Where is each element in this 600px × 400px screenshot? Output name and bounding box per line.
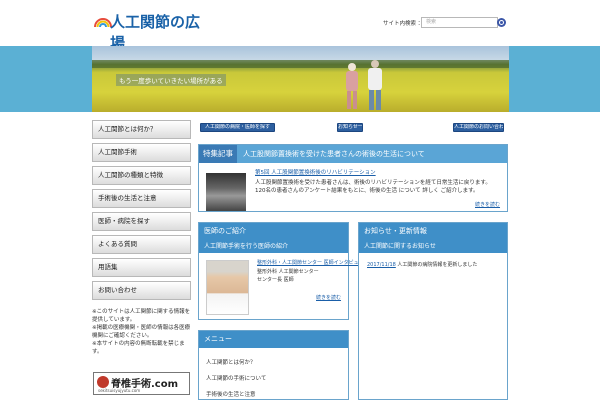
featured-more-link[interactable]: 続きを読む [475, 201, 500, 208]
person-figure [346, 63, 358, 109]
featured-tag: 特集記事 [199, 145, 237, 163]
search-input[interactable]: 検索 [421, 17, 498, 28]
featured-body: 人工股関節置換術を受けた患者さんは、術後のリハビリテーションを経て日常生活に戻り… [255, 180, 491, 194]
featured-panel: 特集記事 人工股関節置換術を受けた患者さんの術後の生活について 第5回 人工股関節… [198, 144, 508, 212]
doctor-panel-title: 医師のご紹介 [199, 223, 348, 240]
menu-panel: メニュー 人工関節とは何か？ 人工関節の手術について 手術後の生活と注意 [198, 330, 349, 400]
featured-title: 人工股関節置換術を受けた患者さんの術後の生活について [243, 150, 425, 158]
sidebar-nav: 人工関節とは何か？ 人工関節手術 人工関節の種類と特徴 手術後の生活と注意 医師… [92, 120, 192, 304]
doctor-affiliation: 整形外科 人工関節センター [257, 269, 319, 275]
contact-button[interactable]: 人工関節のお問い合わせ [453, 123, 504, 132]
doctor-photo [206, 260, 249, 315]
banner-logo-icon [97, 376, 109, 388]
site-header: 人工関節の広場 サイト内検索 ： 検索 [0, 0, 600, 52]
menu-panel-title: メニュー [199, 331, 348, 348]
search-label: サイト内検索 ： [383, 21, 424, 27]
menu-item[interactable]: 人工関節とは何か？ [206, 358, 256, 366]
sidebar-notes: ※このサイトは人工関節に関する情報を提供しています。 ※掲載の医療機関・医師の情… [92, 308, 192, 356]
news-text: 人工関節の病院情報を更新しました [395, 262, 478, 268]
sidebar-item[interactable]: お問い合わせ [92, 281, 191, 300]
hero-caption: もう一度歩いていきたい場所がある [116, 74, 226, 86]
news-panel-subtitle: 人工関節に関するお知らせ [359, 240, 507, 253]
hero-image: もう一度歩いていきたい場所がある [92, 46, 509, 112]
sidebar-item[interactable]: 人工関節の種類と特徴 [92, 166, 191, 185]
news-list-button[interactable]: お知らせ一覧 [337, 123, 363, 132]
sidebar-item[interactable]: 手術後の生活と注意 [92, 189, 191, 208]
banner-url: sekitsuisyujyutu.com [98, 388, 141, 393]
sekitsui-banner[interactable]: 脊椎手術.com sekitsuisyujyutu.com [93, 372, 190, 395]
person-figure [368, 60, 382, 110]
find-hospital-button[interactable]: 人工関節の病院・医師を探す [200, 123, 275, 132]
featured-header: 特集記事 人工股関節置換術を受けた患者さんの術後の生活について [199, 145, 507, 163]
sidebar-item[interactable]: 医師・病院を探す [92, 212, 191, 231]
news-panel: お知らせ・更新情報 人工関節に関するお知らせ 2017/11/18 人工関節の病… [358, 222, 508, 400]
sidebar-item[interactable]: よくある質問 [92, 235, 191, 254]
sidebar-note: ※本サイトの内容の無断転載を禁じます。 [92, 341, 185, 355]
search-icon[interactable] [497, 18, 506, 27]
sidebar-note: ※掲載の医療機関・医師の情報は各医療機関にご確認ください。 [92, 325, 191, 339]
doctor-more-link[interactable]: 続きを読む [316, 294, 341, 301]
news-panel-title: お知らせ・更新情報 [359, 223, 507, 240]
site-logo[interactable]: 人工関節の広場 [93, 8, 208, 52]
sidebar-note: ※このサイトは人工関節に関する情報を提供しています。 [92, 309, 191, 323]
featured-link[interactable]: 第5回 人工股関節置換術後のリハビリテーション [255, 168, 376, 176]
hero-treeline [92, 60, 509, 68]
doctor-link[interactable]: 整形外科・人工関節センター 医師インタビュー [257, 259, 364, 266]
sidebar-item[interactable]: 人工関節とは何か？ [92, 120, 191, 139]
doctor-name: センター長 医師 [257, 277, 294, 283]
news-item[interactable]: 2017/11/18 人工関節の病院情報を更新しました [367, 261, 477, 268]
menu-item[interactable]: 手術後の生活と注意 [206, 390, 256, 398]
sidebar-item[interactable]: 人工関節手術 [92, 143, 191, 162]
menu-item[interactable]: 人工関節の手術について [206, 374, 266, 382]
news-date[interactable]: 2017/11/18 [367, 262, 396, 268]
doctor-panel-subtitle: 人工関節手術を行う医師の紹介 [199, 240, 348, 253]
xray-image [206, 173, 246, 211]
sidebar-item[interactable]: 用語集 [92, 258, 191, 277]
doctor-panel: 医師のご紹介 人工関節手術を行う医師の紹介 整形外科・人工関節センター 医師イン… [198, 222, 364, 320]
